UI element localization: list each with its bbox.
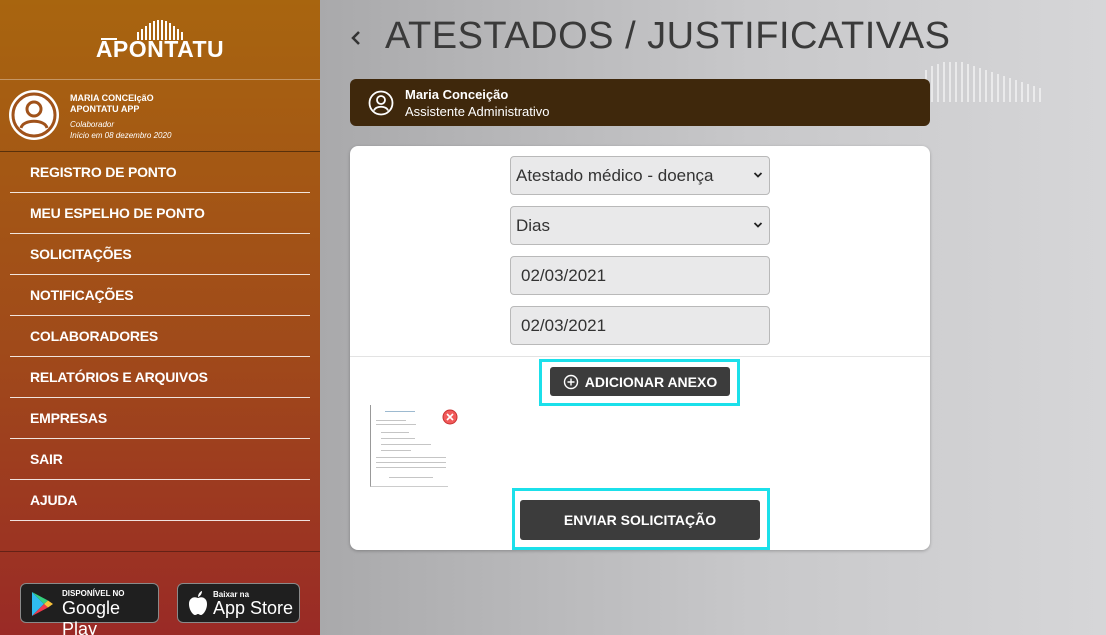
sidebar-item-sair[interactable]: SAIR xyxy=(10,439,310,480)
type-select[interactable]: Atestado médico - doença xyxy=(510,156,770,195)
sidebar-item-empresas[interactable]: EMPRESAS xyxy=(10,398,310,439)
chevron-down-icon xyxy=(753,172,763,178)
app-logo[interactable]: APONTATU xyxy=(0,14,320,70)
add-attachment-button[interactable]: ADICIONAR ANEXO xyxy=(550,367,730,396)
page-title: ATESTADOS / JUSTIFICATIVAS xyxy=(385,15,951,57)
chevron-down-icon xyxy=(753,222,763,228)
sidebar-item-meu-espelho-de-ponto[interactable]: MEU ESPELHO DE PONTO xyxy=(10,193,310,234)
google-play-text: Google Play xyxy=(62,598,121,635)
thumb-line xyxy=(381,444,431,445)
close-circle-icon[interactable] xyxy=(442,409,458,425)
sidebar: APONTATU MARIA CONCEIçãO APONTATU APP Co… xyxy=(0,0,320,635)
thumb-line xyxy=(376,424,416,425)
sidebar-item-registro-de-ponto[interactable]: REGISTRO DE PONTO xyxy=(10,152,310,193)
request-form-card: Atestado médico - doença Dias 02/03/2021… xyxy=(350,146,930,550)
thumb-line xyxy=(385,411,415,412)
sidebar-menu: REGISTRO DE PONTO MEU ESPELHO DE PONTO S… xyxy=(10,152,310,521)
employee-bar: Maria Conceição Assistente Administrativ… xyxy=(350,79,930,126)
unit-select[interactable]: Dias xyxy=(510,206,770,245)
thumb-line xyxy=(376,462,446,463)
user-name: MARIA CONCEIçãO xyxy=(70,93,154,103)
add-attachment-label: ADICIONAR ANEXO xyxy=(584,373,718,390)
sidebar-item-notificacoes[interactable]: NOTIFICAÇÕES xyxy=(10,275,310,316)
google-play-icon xyxy=(32,592,53,616)
employee-role: Assistente Administrativo xyxy=(405,104,550,119)
submit-request-button[interactable]: ENVIAR SOLICITAÇÃO xyxy=(520,500,760,540)
thumb-line xyxy=(376,420,406,421)
user-circle-icon xyxy=(368,90,394,116)
attachment-thumbnail[interactable] xyxy=(370,405,448,487)
thumb-line xyxy=(376,467,446,468)
logo-text: APONTATU xyxy=(95,36,225,62)
divider xyxy=(0,551,320,552)
user-profile: MARIA CONCEIçãO APONTATU APP Colaborador… xyxy=(0,80,320,152)
main-content: ATESTADOS / JUSTIFICATIVAS Maria Conceiç… xyxy=(320,0,1106,635)
google-play-small-text: DISPONÍVEL NO xyxy=(62,589,125,598)
sidebar-item-relatorios-e-arquivos[interactable]: RELATÓRIOS E ARQUIVOS xyxy=(10,357,310,398)
avatar xyxy=(9,90,59,140)
thumb-line xyxy=(381,438,415,439)
sidebar-item-ajuda[interactable]: AJUDA xyxy=(10,480,310,521)
plus-circle-icon xyxy=(563,374,578,389)
thumb-line xyxy=(389,477,433,478)
apple-icon xyxy=(189,591,207,615)
unit-select-value: Dias xyxy=(516,215,551,235)
user-start-date: Início em 08 dezembro 2020 xyxy=(70,131,172,140)
type-select-value: Atestado médico - doença xyxy=(516,165,714,185)
end-date-field[interactable]: 02/03/2021 xyxy=(510,306,770,345)
app-store-text: App Store xyxy=(213,598,294,618)
user-role: Colaborador xyxy=(70,120,115,129)
decorative-bars xyxy=(925,62,1041,102)
thumb-line xyxy=(381,450,411,451)
app-store-button[interactable]: Baixar na App Store xyxy=(177,583,300,623)
sidebar-item-colaboradores[interactable]: COLABORADORES xyxy=(10,316,310,357)
chevron-left-icon[interactable] xyxy=(348,26,364,50)
user-company: APONTATU APP xyxy=(70,104,140,114)
start-date-field[interactable]: 02/03/2021 xyxy=(510,256,770,295)
user-circle-icon xyxy=(11,92,57,138)
divider xyxy=(350,356,930,357)
sidebar-item-solicitacoes[interactable]: SOLICITAÇÕES xyxy=(10,234,310,275)
employee-name: Maria Conceição xyxy=(405,87,509,102)
thumb-line xyxy=(381,432,409,433)
google-play-button[interactable]: DISPONÍVEL NO Google Play xyxy=(20,583,159,635)
thumb-line xyxy=(376,457,446,458)
